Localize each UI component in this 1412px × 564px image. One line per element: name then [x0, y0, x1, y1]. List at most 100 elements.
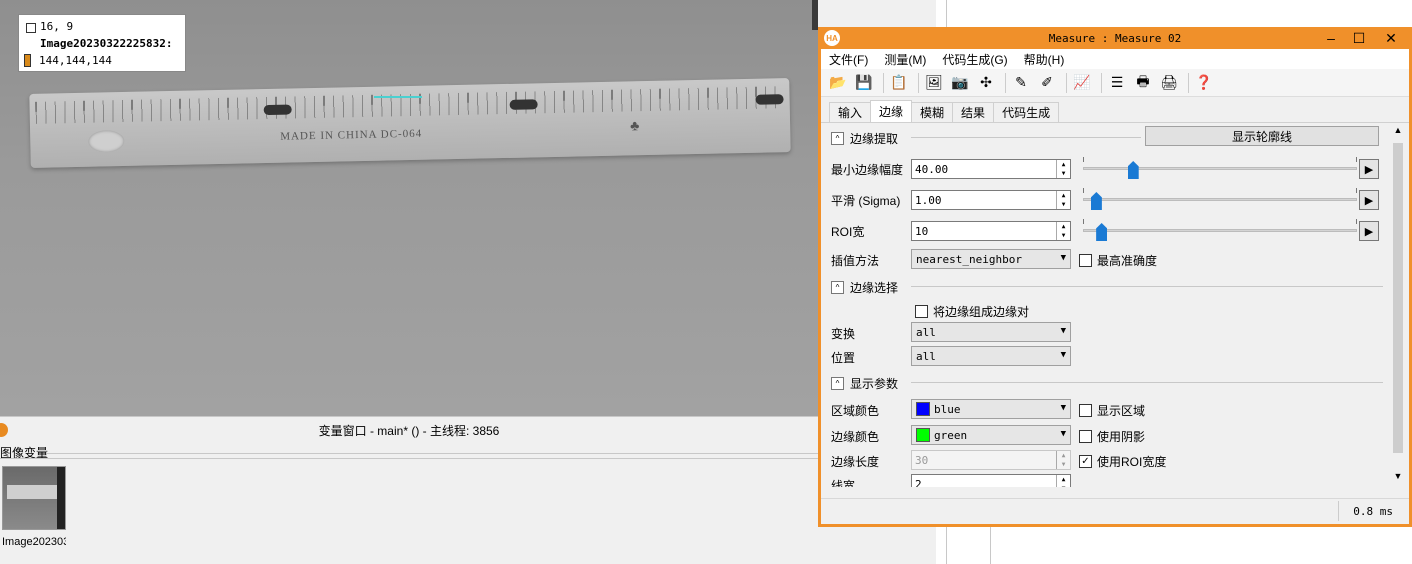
- checkbox-box[interactable]: [915, 305, 928, 318]
- ruler-slot: [509, 99, 538, 110]
- collapse-toggle[interactable]: ^: [831, 281, 844, 294]
- help-icon[interactable]: ❓: [1193, 72, 1215, 94]
- spin-buttons[interactable]: ▲▼: [1056, 451, 1070, 469]
- variable-window-titlebar[interactable]: 变量窗口 - main* () - 主线程: 3856: [0, 416, 818, 444]
- slider-knob[interactable]: [1096, 223, 1108, 241]
- transition-select[interactable]: all ▼: [911, 322, 1071, 342]
- scroll-down-icon[interactable]: ▼: [1391, 471, 1405, 485]
- sigma-field[interactable]: 1.00 ▲ ▼: [911, 190, 1071, 210]
- toolbar-separator: [918, 72, 919, 93]
- region-color-label: 区域颜色: [831, 404, 880, 418]
- collapse-toggle[interactable]: ^: [831, 377, 844, 390]
- scroll-thumb[interactable]: [1393, 143, 1403, 453]
- roi-width-slider[interactable]: [1083, 219, 1357, 241]
- min-amplitude-value: 40.00: [915, 162, 949, 176]
- section-title: 显示参数: [850, 377, 899, 391]
- edge-color-select[interactable]: green ▼: [911, 425, 1071, 445]
- measure-roi-line[interactable]: [374, 96, 422, 98]
- use-shadow-label: 使用阴影: [1097, 430, 1146, 444]
- edge-tab-panel: ^ 边缘提取 显示轮廓线 最小边缘幅度 40.00 ▲ ▼ ▶ 平滑 (Sigma…: [827, 123, 1391, 487]
- thumb-dark: [57, 467, 65, 529]
- line-width-field[interactable]: 2 ▲▼: [911, 474, 1071, 487]
- spin-buttons[interactable]: ▲▼: [1056, 222, 1070, 240]
- slider-knob[interactable]: [1090, 192, 1102, 210]
- spin-buttons[interactable]: ▲▼: [1056, 475, 1070, 487]
- spin-buttons[interactable]: ▲▼: [1056, 160, 1070, 178]
- show-region-label: 显示区域: [1097, 404, 1146, 418]
- panel-scrollbar[interactable]: ▲ ▼: [1391, 123, 1405, 487]
- checkbox-box[interactable]: [1079, 254, 1092, 267]
- tab-fuzzy[interactable]: 模糊: [911, 102, 954, 122]
- roi-width-field[interactable]: 10 ▲ ▼: [911, 221, 1071, 241]
- slider-range-button[interactable]: ▶: [1359, 159, 1379, 179]
- collapse-toggle[interactable]: ^: [831, 132, 844, 145]
- pen-icon[interactable]: ✎: [1010, 72, 1032, 94]
- camera-icon[interactable]: 📷: [949, 72, 971, 94]
- min-amplitude-label: 最小边缘幅度: [831, 163, 904, 177]
- chevron-down-icon: ▼: [1060, 326, 1066, 336]
- image-variable-thumbnail[interactable]: [2, 466, 66, 530]
- dialog-titlebar[interactable]: HA Measure : Measure 02 – ☐ ✕: [821, 27, 1409, 49]
- chart-icon[interactable]: 📈: [1071, 72, 1093, 94]
- roi-width-label: ROI宽: [831, 225, 865, 239]
- maximize-button[interactable]: ☐: [1345, 27, 1373, 49]
- list-icon[interactable]: ☰: [1106, 72, 1128, 94]
- checkbox-box[interactable]: [1079, 404, 1092, 417]
- menu-codegen[interactable]: 代码生成(G): [942, 51, 1007, 68]
- show-contour-button[interactable]: 显示轮廓线: [1145, 126, 1379, 146]
- edge-length-field[interactable]: 30 ▲ ▼: [911, 450, 1071, 470]
- checkbox-box[interactable]: [1079, 430, 1092, 443]
- sigma-slider[interactable]: [1083, 188, 1357, 210]
- print-icon[interactable]: 🖶: [1132, 72, 1154, 94]
- section-title: 边缘选择: [850, 281, 899, 295]
- tab-codegen[interactable]: 代码生成: [993, 102, 1060, 122]
- spin-buttons[interactable]: ▲▼: [1056, 191, 1070, 209]
- tab-bar: 输入 边缘 模糊 结果 代码生成: [821, 100, 1409, 123]
- region-color-select[interactable]: blue ▼: [911, 399, 1071, 419]
- toolbar: 📂 💾 📋 🖼 📷 ✣ ✎ ✐ 📈 ☰ 🖶 🖨 ❓: [821, 69, 1409, 97]
- min-amplitude-field[interactable]: 40.00 ▲ ▼: [911, 159, 1071, 179]
- slider-knob[interactable]: [1127, 161, 1139, 179]
- transition-label: 变换: [831, 327, 856, 341]
- menu-help[interactable]: 帮助(H): [1024, 51, 1065, 68]
- menu-bar: 文件(F) 测量(M) 代码生成(G) 帮助(H): [821, 49, 1409, 69]
- info-image-name: Image20230322225832:: [40, 37, 173, 50]
- divider: [990, 526, 991, 564]
- slider-tick: [1356, 219, 1357, 224]
- show-region-checkbox[interactable]: 显示区域: [1079, 402, 1145, 419]
- image-icon[interactable]: 🖼: [923, 72, 945, 94]
- minimize-button[interactable]: –: [1317, 27, 1345, 49]
- pen2-icon[interactable]: ✐: [1036, 72, 1058, 94]
- tab-input[interactable]: 输入: [829, 102, 872, 122]
- slider-track: [1083, 198, 1357, 201]
- sigma-value: 1.00: [915, 193, 942, 207]
- tab-edge[interactable]: 边缘: [870, 100, 913, 122]
- min-amplitude-slider[interactable]: [1083, 157, 1357, 179]
- menu-measure[interactable]: 测量(M): [884, 51, 926, 68]
- copy-icon[interactable]: 📋: [888, 72, 910, 94]
- use-roi-width-checkbox[interactable]: ✓ 使用ROI宽度: [1079, 453, 1166, 470]
- edge-pair-checkbox[interactable]: 将边缘组成边缘对: [915, 303, 1029, 320]
- highest-accuracy-checkbox[interactable]: 最高准确度: [1079, 252, 1157, 269]
- interpolation-label: 插值方法: [831, 254, 880, 268]
- edge-pair-label: 将边缘组成边缘对: [933, 305, 1030, 319]
- interpolation-select[interactable]: nearest_neighbor ▼: [911, 249, 1071, 269]
- open-icon[interactable]: 📂: [827, 72, 849, 94]
- group-divider: [46, 453, 818, 454]
- slider-range-button[interactable]: ▶: [1359, 190, 1379, 210]
- scroll-up-icon[interactable]: ▲: [1391, 125, 1405, 139]
- print2-icon[interactable]: 🖨: [1158, 72, 1180, 94]
- menu-file[interactable]: 文件(F): [829, 51, 868, 68]
- tab-results[interactable]: 结果: [952, 102, 995, 122]
- tool-icon[interactable]: ✣: [975, 72, 997, 94]
- save-icon[interactable]: 💾: [853, 72, 875, 94]
- use-shadow-checkbox[interactable]: 使用阴影: [1079, 428, 1145, 445]
- graphics-window[interactable]: MADE IN CHINA DC-064 ♣ 16, 9 Image202303…: [0, 0, 818, 416]
- position-select[interactable]: all ▼: [911, 346, 1071, 366]
- edge-length-value: 30: [915, 453, 929, 467]
- close-button[interactable]: ✕: [1377, 27, 1405, 49]
- slider-track: [1083, 229, 1357, 232]
- checkbox-box[interactable]: ✓: [1079, 455, 1092, 468]
- slider-range-button[interactable]: ▶: [1359, 221, 1379, 241]
- section-edge-selection: ^ 边缘选择: [831, 279, 898, 296]
